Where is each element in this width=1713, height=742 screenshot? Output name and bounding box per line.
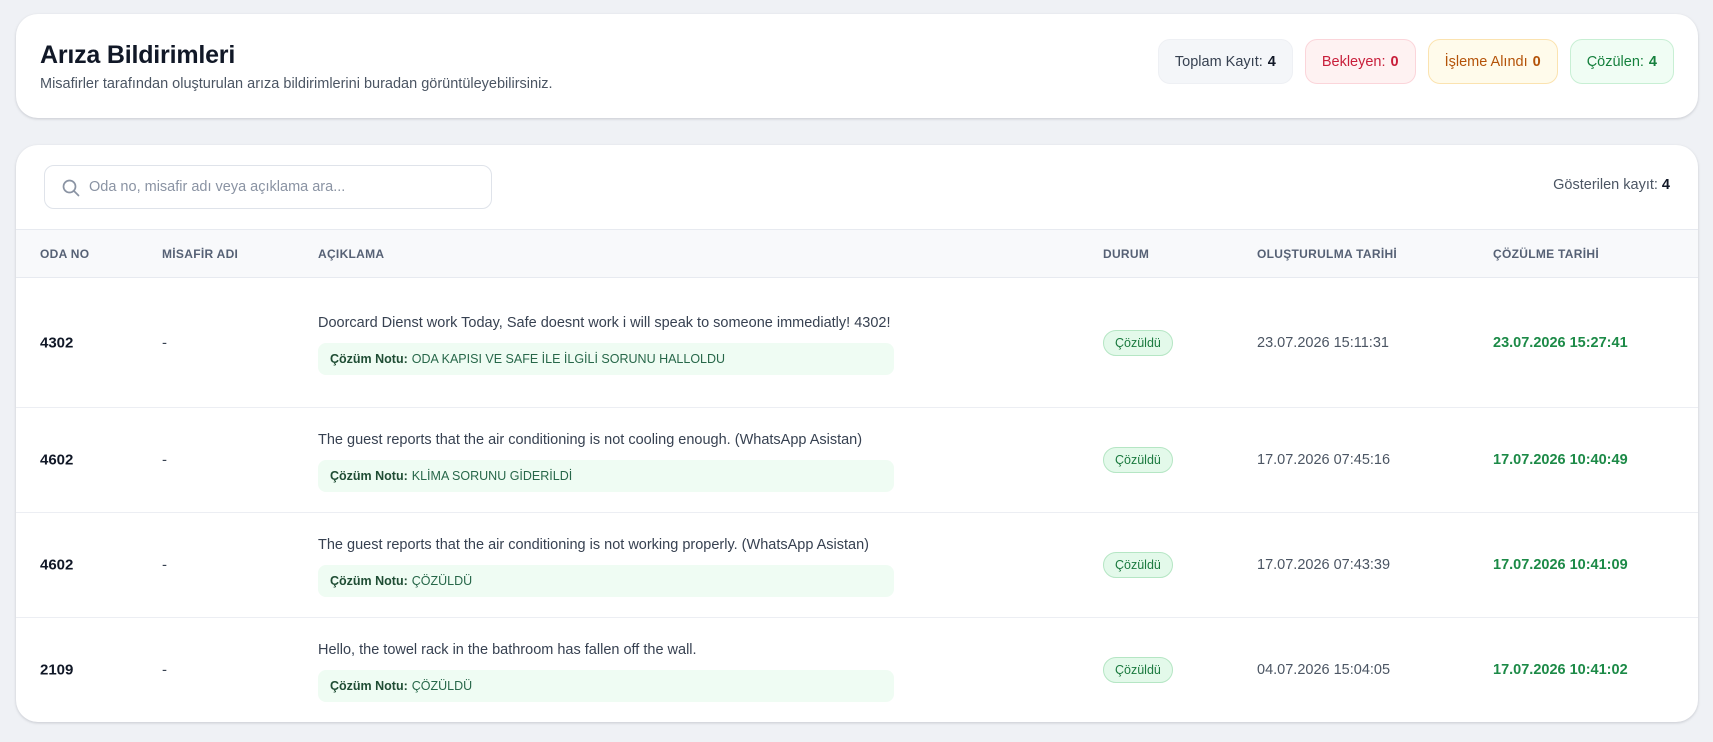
table-header: ODA NO MİSAFİR ADI AÇIKLAMA DURUM OLUŞTU…: [16, 229, 1698, 278]
stat-solved-value: 4: [1648, 53, 1657, 70]
resolution-note-label: Çözüm Notu:: [330, 469, 408, 483]
column-header-description[interactable]: AÇIKLAMA: [318, 247, 384, 261]
row-description-cell: Doorcard Dienst work Today, Safe doesnt …: [318, 311, 894, 375]
resolution-note: Çözüm Notu: ODA KAPISI VE SAFE İLE İLGİL…: [318, 342, 894, 375]
stat-total-label: Toplam Kayıt:: [1174, 53, 1263, 70]
row-created-date: 23.07.2026 15:11:31: [1257, 334, 1389, 351]
row-guest-name: -: [162, 334, 167, 351]
stat-pending-badge: Bekleyen: 0: [1304, 39, 1416, 84]
resolution-note-text: ODA KAPISI VE SAFE İLE İLGİLİ SORUNU HAL…: [411, 351, 726, 366]
resolution-note-text: ÇÖZÜLDÜ: [411, 679, 473, 693]
page-title: Arıza Bildirimleri: [40, 41, 236, 69]
row-resolved-date: 17.07.2026 10:41:02: [1493, 662, 1628, 678]
search-box[interactable]: [44, 165, 492, 209]
reports-table-card: Gösterilen kayıt:4 ODA NO MİSAFİR ADI AÇ…: [16, 145, 1698, 722]
resolution-note-label: Çözüm Notu:: [330, 351, 408, 366]
header-card: Arıza Bildirimleri Misafirler tarafından…: [16, 14, 1698, 118]
status-badge: Çözüldü: [1103, 552, 1173, 578]
resolution-note-label: Çözüm Notu:: [330, 679, 408, 693]
row-description: The guest reports that the air condition…: [318, 432, 863, 448]
row-description: Hello, the towel rack in the bathroom ha…: [318, 642, 697, 658]
stat-pending-label: Bekleyen:: [1321, 53, 1386, 70]
row-room-number: 4602: [40, 451, 74, 469]
status-badge: Çözüldü: [1103, 329, 1173, 356]
stat-pending-value: 0: [1390, 53, 1399, 70]
row-created-date: 17.07.2026 07:45:16: [1257, 452, 1391, 468]
row-room-number: 2109: [40, 661, 74, 679]
page-subtitle: Misafirler tarafından oluşturulan arıza …: [40, 76, 553, 92]
table-row[interactable]: 2109 - Hello, the towel rack in the bath…: [16, 618, 1698, 722]
row-description-cell: The guest reports that the air condition…: [318, 533, 894, 597]
stat-solved-label: Çözülen:: [1586, 53, 1644, 70]
stats-bar: Toplam Kayıt: 4 Bekleyen: 0 İşleme Alınd…: [1157, 39, 1674, 84]
row-resolved-date: 17.07.2026 10:40:49: [1493, 452, 1628, 468]
table-row[interactable]: 4302 - Doorcard Dienst work Today, Safe …: [16, 278, 1698, 408]
resolution-note: Çözüm Notu: ÇÖZÜLDÜ: [318, 565, 894, 597]
resolution-note: Çözüm Notu: ÇÖZÜLDÜ: [318, 670, 894, 702]
row-created-date: 17.07.2026 07:43:39: [1257, 557, 1391, 573]
column-header-room[interactable]: ODA NO: [40, 247, 89, 261]
search-input[interactable]: [89, 166, 485, 208]
status-badge: Çözüldü: [1103, 657, 1173, 683]
row-guest-name: -: [162, 661, 167, 679]
stat-progress-value: 0: [1532, 53, 1541, 70]
resolution-note-text: KLİMA SORUNU GİDERİLDİ: [411, 469, 573, 483]
shown-count-value: 4: [1661, 177, 1670, 193]
shown-count-label: Gösterilen kayıt:: [1553, 177, 1658, 193]
column-header-resolved[interactable]: ÇÖZÜLME TARİHİ: [1493, 247, 1599, 261]
row-description-cell: Hello, the towel rack in the bathroom ha…: [318, 638, 894, 702]
row-resolved-date: 17.07.2026 10:41:09: [1493, 557, 1628, 573]
column-header-status[interactable]: DURUM: [1103, 247, 1149, 261]
row-created-date: 04.07.2026 15:04:05: [1257, 662, 1391, 678]
resolution-note-label: Çözüm Notu:: [330, 574, 408, 588]
table-row[interactable]: 4602 - The guest reports that the air co…: [16, 408, 1698, 513]
stat-solved-badge: Çözülen: 4: [1569, 39, 1674, 84]
row-room-number: 4602: [40, 556, 74, 574]
column-header-guest[interactable]: MİSAFİR ADI: [162, 247, 238, 261]
row-guest-name: -: [162, 556, 167, 574]
shown-record-count: Gösterilen kayıt: 4: [1553, 177, 1670, 193]
column-header-created[interactable]: OLUŞTURULMA TARİHİ: [1257, 247, 1397, 261]
resolution-note: Çözüm Notu: KLİMA SORUNU GİDERİLDİ: [318, 460, 894, 492]
row-room-number: 4302: [40, 334, 74, 351]
status-badge: Çözüldü: [1103, 447, 1173, 473]
table-row[interactable]: 4602 - The guest reports that the air co…: [16, 513, 1698, 618]
row-description: The guest reports that the air condition…: [318, 537, 870, 553]
stat-progress-badge: İşleme Alındı 0: [1427, 39, 1558, 84]
stat-total-value: 4: [1267, 53, 1276, 70]
resolution-note-text: ÇÖZÜLDÜ: [411, 574, 473, 588]
row-resolved-date: 23.07.2026 15:27:41: [1493, 334, 1628, 351]
row-description: Doorcard Dienst work Today, Safe doesnt …: [318, 314, 891, 331]
row-description-cell: The guest reports that the air condition…: [318, 428, 894, 492]
row-guest-name: -: [162, 451, 167, 469]
stat-total-badge: Toplam Kayıt: 4: [1157, 39, 1293, 84]
search-icon: [62, 179, 80, 197]
stat-progress-label: İşleme Alındı: [1444, 53, 1528, 70]
